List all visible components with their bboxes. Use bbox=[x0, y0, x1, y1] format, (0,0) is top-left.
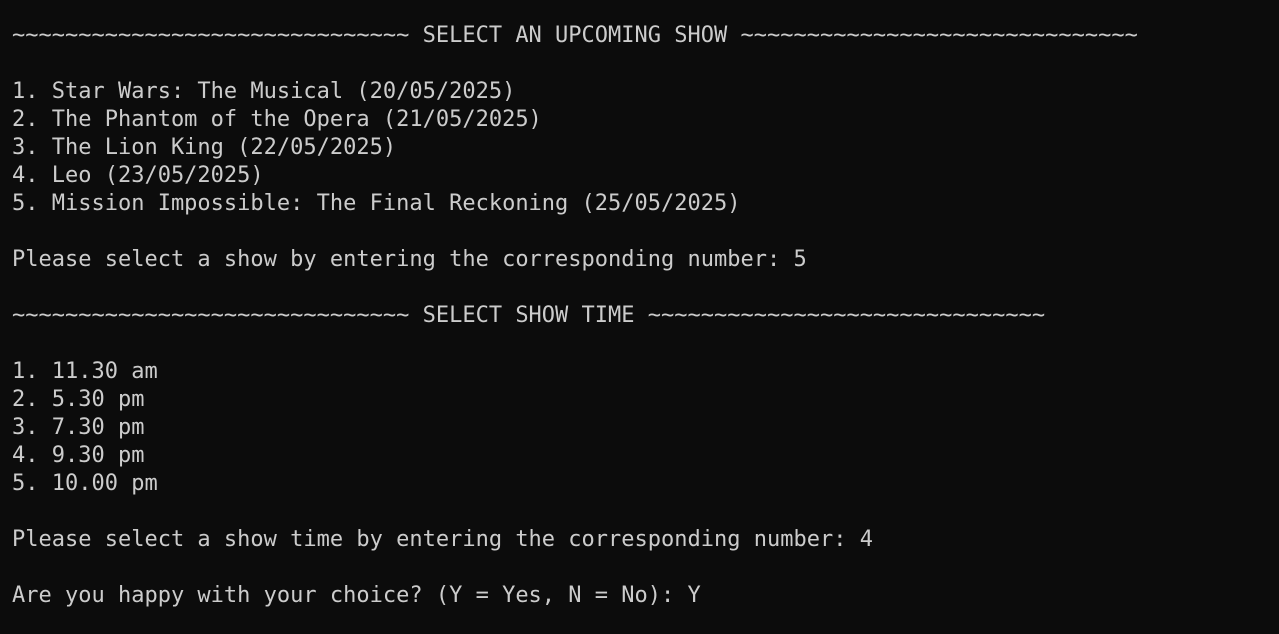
terminal-window[interactable]: ~~~~~~~~~~~~~~~~~~~~~~~~~~~~~~ SELECT AN… bbox=[0, 0, 1279, 634]
time-select-prompt: Please select a show time by entering th… bbox=[12, 527, 860, 552]
show-option-4: 4. Leo (23/05/2025) bbox=[12, 163, 264, 188]
show-option-3: 3. The Lion King (22/05/2025) bbox=[12, 135, 397, 160]
time-select-line: Please select a show time by entering th… bbox=[12, 526, 1279, 554]
show-option-2: 2. The Phantom of the Opera (21/05/2025) bbox=[12, 107, 542, 132]
show-option-5: 5. Mission Impossible: The Final Reckoni… bbox=[12, 191, 741, 216]
time-option-1: 1. 11.30 am bbox=[12, 359, 158, 384]
confirm-prompt: Are you happy with your choice? (Y = Yes… bbox=[12, 583, 688, 608]
time-option-2: 2. 5.30 pm bbox=[12, 387, 145, 412]
time-option-5: 5. 10.00 pm bbox=[12, 471, 158, 496]
show-select-prompt: Please select a show by entering the cor… bbox=[12, 247, 794, 272]
time-option-3: 3. 7.30 pm bbox=[12, 415, 145, 440]
show-option-1: 1. Star Wars: The Musical (20/05/2025) bbox=[12, 79, 516, 104]
confirm-line: Are you happy with your choice? (Y = Yes… bbox=[12, 582, 1279, 610]
show-select-answer[interactable]: 5 bbox=[793, 247, 806, 272]
time-select-answer[interactable]: 4 bbox=[860, 527, 873, 552]
confirm-answer[interactable]: Y bbox=[688, 583, 701, 608]
time-section-header: ~~~~~~~~~~~~~~~~~~~~~~~~~~~~~~ SELECT SH… bbox=[12, 303, 1046, 328]
show-section-header: ~~~~~~~~~~~~~~~~~~~~~~~~~~~~~~ SELECT AN… bbox=[12, 23, 1138, 48]
show-select-line: Please select a show by entering the cor… bbox=[12, 246, 1279, 274]
time-option-4: 4. 9.30 pm bbox=[12, 443, 145, 468]
